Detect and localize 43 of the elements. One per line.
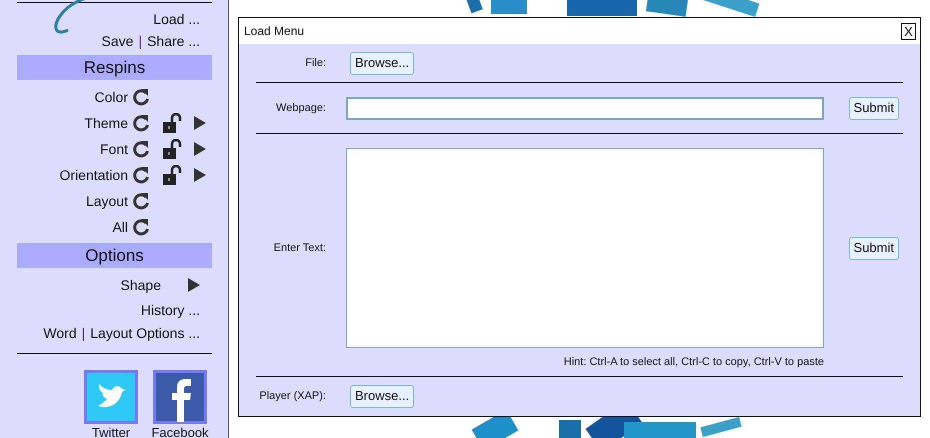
link[interactable]: Share ... — [147, 30, 200, 52]
menu-item[interactable]: Layout — [86, 190, 128, 212]
hint-text: Hint: Ctrl-A to select all, Ctrl-C to copy, Ctrl-V to paste — [562, 354, 824, 370]
menu-item[interactable]: Theme — [84, 112, 128, 134]
social-link[interactable]: Facebook — [151, 424, 209, 438]
link[interactable]: Word — [43, 322, 77, 344]
play-arrow-icon — [194, 142, 206, 156]
menu-item[interactable]: History ... — [140, 300, 200, 320]
play-arrow-icon — [194, 168, 206, 182]
field-label: Enter Text: — [272, 240, 326, 256]
refresh-icon — [132, 140, 150, 158]
separator: | — [82, 324, 86, 343]
submit-button[interactable]: Submit — [848, 96, 899, 120]
browse-button[interactable]: Browse... — [350, 52, 414, 74]
play-arrow-icon — [188, 278, 200, 292]
menu-item[interactable]: Color — [94, 86, 128, 108]
menu-item[interactable]: All — [112, 216, 128, 238]
refresh-icon — [132, 166, 150, 184]
play-arrow-icon — [194, 116, 206, 130]
separator: | — [138, 32, 142, 51]
link[interactable]: Layout Options ... — [90, 322, 200, 344]
submit-button[interactable]: Submit — [848, 236, 899, 260]
menu-item[interactable]: Shape — [120, 274, 161, 296]
close-button[interactable]: X — [901, 22, 916, 40]
social-link[interactable]: Twitter — [92, 424, 130, 438]
field-label: Player (XAP): — [258, 388, 326, 404]
section-header: Respins — [17, 55, 212, 80]
refresh-icon — [132, 114, 150, 132]
letter-f-icon[interactable] — [153, 370, 207, 424]
menu-item[interactable]: Font — [100, 138, 128, 160]
url-field[interactable] — [346, 96, 824, 120]
menu-item[interactable]: Orientation — [60, 164, 128, 186]
link[interactable]: Load ... — [153, 8, 200, 30]
field-label: Webpage: — [275, 100, 326, 116]
browse-button[interactable]: Browse... — [350, 384, 414, 408]
refresh-icon — [132, 88, 150, 106]
refresh-icon — [132, 218, 150, 236]
section-header: Options — [17, 243, 212, 268]
field-label: File: — [304, 56, 326, 71]
link[interactable]: Save — [102, 30, 134, 52]
bird-icon[interactable] — [84, 370, 138, 424]
dialog-title: Load Menu — [244, 23, 304, 40]
refresh-icon — [132, 192, 150, 210]
